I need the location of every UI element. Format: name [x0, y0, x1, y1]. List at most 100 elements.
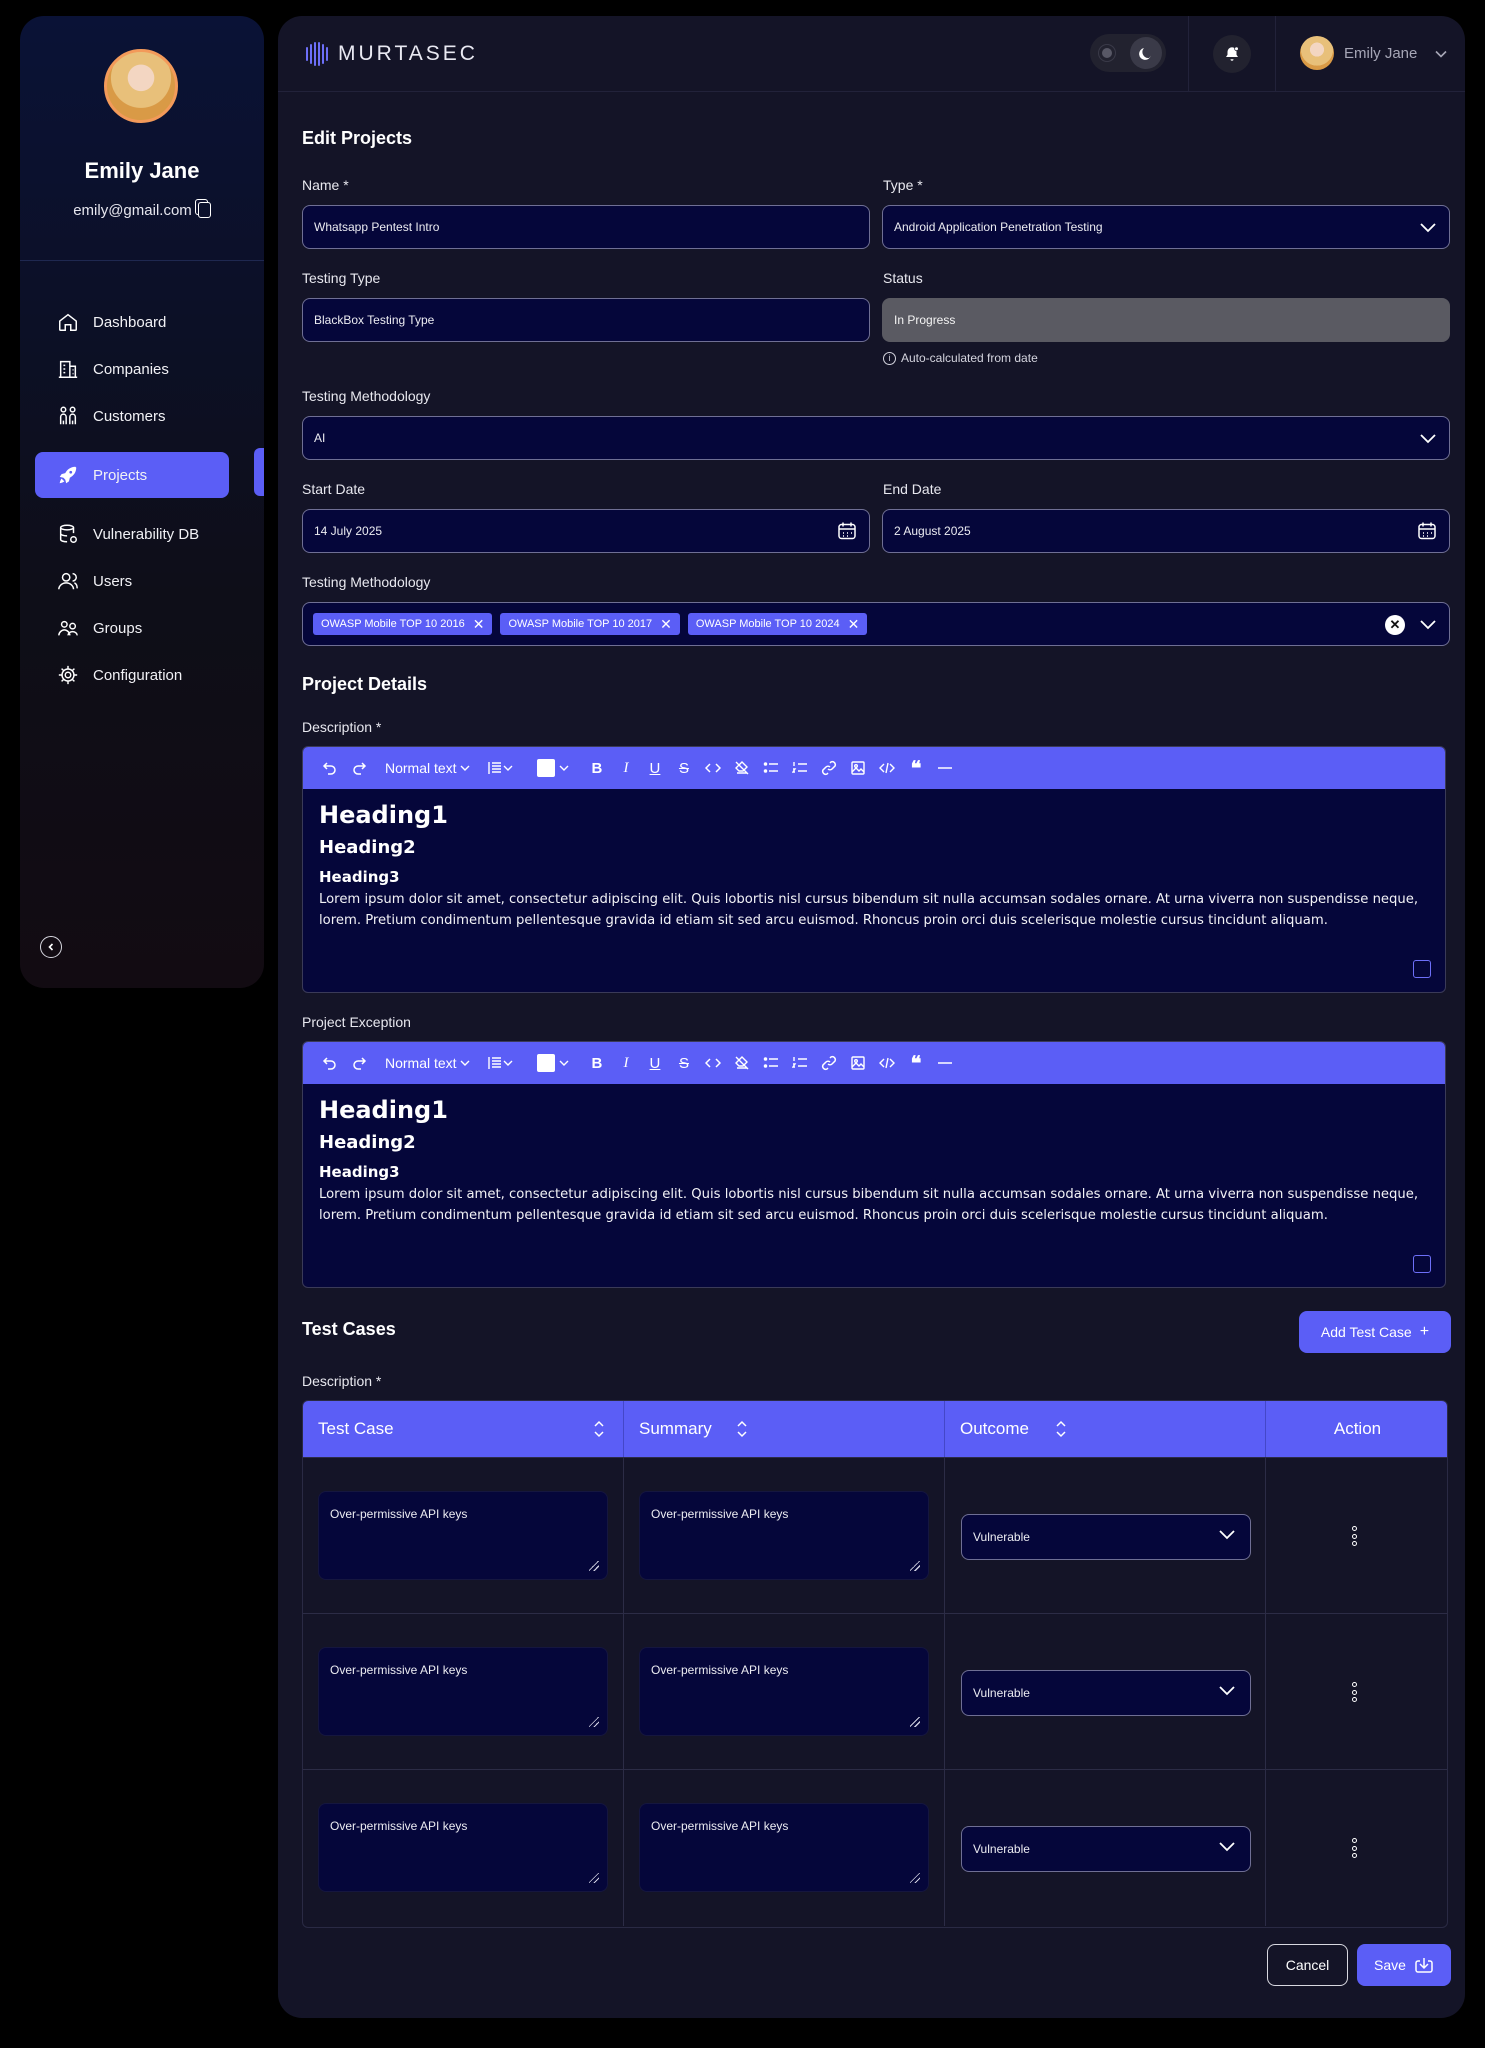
avatar[interactable] — [1300, 36, 1334, 70]
text-style-select[interactable]: Normal text — [385, 1042, 470, 1084]
inline-code-icon[interactable] — [698, 1042, 727, 1084]
link-icon[interactable] — [814, 747, 843, 789]
clear-format-icon[interactable] — [727, 1042, 756, 1084]
resize-handle-icon[interactable] — [910, 1873, 920, 1883]
resize-handle-icon[interactable] — [910, 1717, 920, 1727]
link-icon[interactable] — [814, 1042, 843, 1084]
chevron-down-icon[interactable] — [1434, 49, 1448, 59]
more-options-icon[interactable] — [1351, 1682, 1357, 1702]
resize-handle-icon[interactable] — [589, 1873, 599, 1883]
sort-icon[interactable] — [593, 1420, 605, 1438]
text-style-select[interactable]: Normal text — [385, 747, 470, 789]
resize-handle-icon[interactable] — [910, 1561, 920, 1571]
test-case-textarea[interactable]: Over-permissive API keys — [318, 1647, 608, 1736]
test-case-textarea[interactable]: Over-permissive API keys — [318, 1491, 608, 1580]
bold-icon[interactable]: B — [582, 1042, 611, 1084]
start-date-field[interactable]: 14 July 2025 — [302, 509, 870, 553]
save-button[interactable]: Save — [1357, 1944, 1451, 1986]
type-select[interactable]: Android Application Penetration Testing — [882, 205, 1450, 249]
calendar-icon[interactable] — [837, 521, 857, 541]
column-header-test-case[interactable]: Test Case — [303, 1401, 624, 1457]
end-date-field[interactable]: 2 August 2025 — [882, 509, 1450, 553]
testing-type-field[interactable]: BlackBox Testing Type — [302, 298, 870, 342]
collapse-sidebar-button[interactable] — [40, 936, 62, 958]
header-user-name[interactable]: Emily Jane — [1344, 45, 1417, 62]
italic-icon[interactable]: I — [611, 1042, 640, 1084]
sidebar-item-users[interactable]: Users — [35, 558, 229, 604]
quote-icon[interactable]: ❝ — [901, 1042, 930, 1084]
clear-format-icon[interactable] — [727, 747, 756, 789]
image-icon[interactable] — [843, 747, 872, 789]
resize-handle-icon[interactable] — [589, 1717, 599, 1727]
sort-icon[interactable] — [1055, 1420, 1067, 1438]
summary-textarea[interactable]: Over-permissive API keys — [639, 1803, 929, 1892]
calendar-icon[interactable] — [1417, 521, 1437, 541]
sidebar-item-vulnerability-db[interactable]: Vulnerability DB — [35, 511, 229, 557]
redo-icon[interactable] — [344, 1042, 373, 1084]
undo-icon[interactable] — [315, 1042, 344, 1084]
sidebar-item-customers[interactable]: Customers — [35, 393, 229, 439]
theme-toggle[interactable] — [1090, 34, 1166, 72]
methodology-multiselect[interactable]: OWASP Mobile TOP 10 2016 ✕ OWASP Mobile T… — [302, 602, 1450, 646]
clear-all-icon[interactable]: ✕ — [1385, 615, 1405, 635]
redo-icon[interactable] — [344, 747, 373, 789]
exception-editor[interactable]: Normal text B I U S ❝ Heading1 Heading2 — [302, 1041, 1446, 1288]
editor-content[interactable]: Heading1 Heading2 Heading3 Lorem ipsum d… — [303, 1084, 1445, 1238]
text-color-picker[interactable] — [532, 1042, 574, 1084]
inline-code-icon[interactable] — [698, 747, 727, 789]
undo-icon[interactable] — [315, 747, 344, 789]
brand-logo[interactable]: MURTASEC — [306, 42, 478, 66]
horizontal-rule-icon[interactable] — [930, 1042, 959, 1084]
resize-handle-icon[interactable] — [589, 1561, 599, 1571]
numbered-list-icon[interactable] — [785, 747, 814, 789]
line-height-icon[interactable] — [480, 1042, 520, 1084]
cancel-button[interactable]: Cancel — [1267, 1944, 1348, 1986]
add-test-case-button[interactable]: Add Test Case + — [1299, 1311, 1451, 1353]
strikethrough-icon[interactable]: S — [669, 1042, 698, 1084]
line-height-icon[interactable] — [480, 747, 520, 789]
chevron-down-icon[interactable] — [1419, 618, 1437, 630]
more-options-icon[interactable] — [1351, 1838, 1357, 1858]
underline-icon[interactable]: U — [640, 747, 669, 789]
sort-icon[interactable] — [736, 1420, 748, 1438]
column-header-outcome[interactable]: Outcome — [945, 1401, 1266, 1457]
name-field[interactable]: Whatsapp Pentest Intro — [302, 205, 870, 249]
sidebar-item-projects[interactable]: Projects — [35, 452, 229, 498]
outcome-select[interactable]: Vulnerable — [961, 1514, 1251, 1560]
avatar[interactable] — [104, 49, 178, 123]
editor-content[interactable]: Heading1 Heading2 Heading3 Lorem ipsum d… — [303, 789, 1445, 943]
sidebar-item-groups[interactable]: Groups — [35, 605, 229, 651]
strikethrough-icon[interactable]: S — [669, 747, 698, 789]
italic-icon[interactable]: I — [611, 747, 640, 789]
bullet-list-icon[interactable] — [756, 747, 785, 789]
remove-tag-icon[interactable]: ✕ — [848, 617, 860, 631]
numbered-list-icon[interactable] — [785, 1042, 814, 1084]
remove-tag-icon[interactable]: ✕ — [660, 617, 672, 631]
bullet-list-icon[interactable] — [756, 1042, 785, 1084]
expand-icon[interactable] — [1413, 1255, 1431, 1273]
underline-icon[interactable]: U — [640, 1042, 669, 1084]
test-case-textarea[interactable]: Over-permissive API keys — [318, 1803, 608, 1892]
remove-tag-icon[interactable]: ✕ — [473, 617, 485, 631]
description-editor[interactable]: Normal text B I U S ❝ Heading1 Heading2 — [302, 746, 1446, 993]
sidebar-item-configuration[interactable]: Configuration — [35, 652, 229, 698]
text-color-picker[interactable] — [532, 747, 574, 789]
column-header-summary[interactable]: Summary — [624, 1401, 945, 1457]
outcome-select[interactable]: Vulnerable — [961, 1670, 1251, 1716]
methodology-select[interactable]: AI — [302, 416, 1450, 460]
outcome-select[interactable]: Vulnerable — [961, 1826, 1251, 1872]
summary-textarea[interactable]: Over-permissive API keys — [639, 1647, 929, 1736]
copy-icon[interactable] — [197, 202, 211, 218]
sidebar-item-companies[interactable]: Companies — [35, 346, 229, 392]
image-icon[interactable] — [843, 1042, 872, 1084]
sidebar-item-dashboard[interactable]: Dashboard — [35, 299, 229, 345]
bold-icon[interactable]: B — [582, 747, 611, 789]
quote-icon[interactable]: ❝ — [901, 747, 930, 789]
horizontal-rule-icon[interactable] — [930, 747, 959, 789]
code-block-icon[interactable] — [872, 747, 901, 789]
more-options-icon[interactable] — [1351, 1526, 1357, 1546]
expand-icon[interactable] — [1413, 960, 1431, 978]
notifications-button[interactable] — [1213, 35, 1251, 73]
code-block-icon[interactable] — [872, 1042, 901, 1084]
summary-textarea[interactable]: Over-permissive API keys — [639, 1491, 929, 1580]
